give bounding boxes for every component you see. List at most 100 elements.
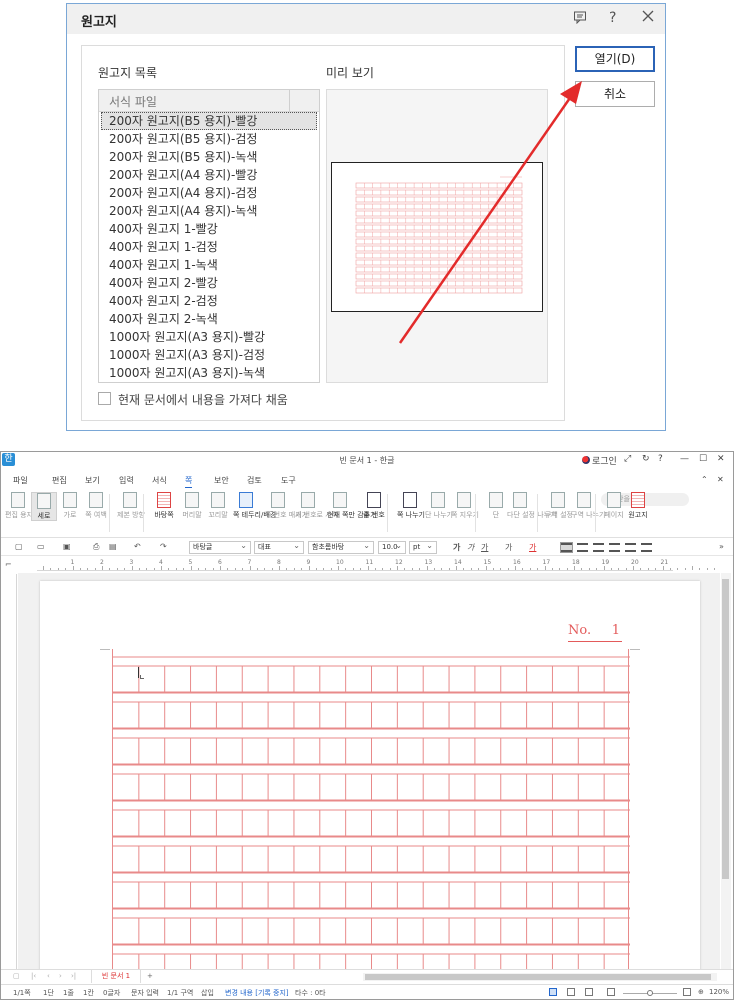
zoom-icon[interactable]: ⊕ bbox=[698, 988, 704, 996]
ribbon-page-break-button[interactable]: 쪽 나누기 bbox=[397, 492, 425, 519]
tab-prev-icon[interactable]: ‹ bbox=[47, 972, 50, 980]
menu-tools[interactable]: 도구 bbox=[281, 475, 296, 486]
align-left-icon[interactable] bbox=[577, 543, 588, 552]
ribbon-page-number-button[interactable]: 쪽 번호 매기기 bbox=[265, 492, 308, 519]
ribbon-label: 단 bbox=[492, 511, 500, 519]
tab-next-icon[interactable]: › bbox=[59, 972, 62, 980]
ribbon-page-setup-button[interactable]: 편집 용지 bbox=[5, 492, 33, 519]
ribbon-binding-button[interactable]: 제본 방향 bbox=[117, 492, 145, 519]
status-page[interactable]: 1/1쪽 bbox=[13, 988, 31, 998]
new-doc-icon[interactable]: ▢ bbox=[15, 542, 23, 551]
font-unit-select[interactable]: pt bbox=[409, 540, 437, 554]
style-select[interactable]: 바탕글 bbox=[189, 540, 251, 554]
ribbon-column-break-button[interactable]: 단 나누기 bbox=[425, 492, 453, 519]
menu-edit[interactable]: 편집 bbox=[52, 475, 67, 486]
vertical-ruler[interactable] bbox=[5, 574, 17, 970]
ribbon-landscape-button[interactable]: 가로 bbox=[57, 492, 83, 519]
close-icon[interactable]: ✕ bbox=[717, 454, 725, 464]
print-icon[interactable]: ⎙ bbox=[93, 542, 99, 552]
ribbon-footer-button[interactable]: 꼬리말 bbox=[205, 492, 231, 519]
ribbon-label: 편집 용지 bbox=[5, 511, 33, 519]
menu-view[interactable]: 보기 bbox=[85, 475, 100, 486]
help-icon[interactable]: ? bbox=[658, 454, 663, 464]
ribbon-portrait-button[interactable]: 세로 bbox=[31, 492, 57, 521]
tab-document[interactable]: 빈 문서 1 bbox=[91, 970, 141, 983]
bold-button[interactable]: 가 bbox=[453, 542, 460, 553]
view-page-icon[interactable] bbox=[567, 988, 575, 996]
align-distribute-icon[interactable] bbox=[625, 543, 636, 552]
ribbon-hide-page-button[interactable]: 현재 쪽만 감추기 bbox=[327, 492, 377, 519]
status-insert[interactable]: 삽입 bbox=[201, 988, 214, 998]
align-right-icon[interactable] bbox=[609, 543, 620, 552]
zoom-out-icon[interactable] bbox=[607, 988, 615, 996]
footer-icon bbox=[211, 492, 225, 508]
menu-review[interactable]: 검토 bbox=[247, 475, 262, 486]
horizontal-scrollbar[interactable] bbox=[363, 973, 717, 981]
italic-button[interactable]: 가 bbox=[467, 542, 474, 553]
redo-icon[interactable]: ↷ bbox=[160, 542, 167, 551]
ribbon-label: 제본 방향 bbox=[117, 511, 145, 519]
underline-button[interactable]: 가 bbox=[481, 542, 488, 553]
open-folder-icon[interactable]: ▭ bbox=[37, 542, 45, 551]
fullscreen-icon[interactable]: ⤢ bbox=[624, 454, 631, 464]
menu-insert[interactable]: 입력 bbox=[119, 475, 134, 486]
menu-page[interactable]: 쪽 bbox=[185, 475, 193, 488]
ruler-tick bbox=[596, 568, 598, 570]
zoom-slider-thumb[interactable] bbox=[647, 990, 653, 996]
ribbon-close-icon[interactable]: ✕ bbox=[717, 475, 724, 484]
ribbon-columns-button[interactable]: 단 bbox=[483, 492, 509, 519]
ribbon-header-button[interactable]: 머리말 bbox=[179, 492, 205, 519]
font-color-button[interactable]: 가 bbox=[529, 542, 536, 553]
ribbon-master-page-button[interactable]: 바탕쪽 bbox=[151, 492, 177, 519]
tab-list-icon[interactable]: ▢ bbox=[13, 972, 20, 980]
preview-icon[interactable]: ▤ bbox=[109, 542, 117, 551]
ribbon-delete-page-button[interactable]: 쪽 지우기 bbox=[451, 492, 479, 519]
menu-security[interactable]: 보안 bbox=[214, 475, 229, 486]
add-tab-icon[interactable]: + bbox=[147, 972, 153, 980]
ribbon-margin-button[interactable]: 쪽 여백 bbox=[83, 492, 109, 519]
ruler-tick bbox=[271, 568, 273, 570]
strike-button[interactable]: 가 bbox=[505, 542, 512, 553]
minimize-icon[interactable]: — bbox=[680, 454, 689, 464]
ruler-tick bbox=[706, 568, 708, 570]
align-center-icon[interactable] bbox=[593, 543, 604, 552]
tab-first-icon[interactable]: |‹ bbox=[31, 972, 36, 980]
maximize-icon[interactable]: ☐ bbox=[699, 454, 707, 464]
ribbon-manuscript-button[interactable]: 원고지 bbox=[625, 492, 651, 519]
font-size-input[interactable]: 10.0 bbox=[378, 540, 406, 554]
document-workspace[interactable]: No. 1 bbox=[18, 573, 720, 969]
font-select[interactable]: 함초롬바탕 bbox=[308, 540, 374, 554]
vertical-scroll-thumb[interactable] bbox=[722, 579, 729, 879]
ribbon-paging-button[interactable]: 페이지 bbox=[601, 492, 627, 519]
ribbon-section-break-button[interactable]: 구역 나누기 bbox=[571, 492, 605, 519]
vertical-scrollbar[interactable] bbox=[721, 573, 731, 969]
zoom-in-icon[interactable] bbox=[683, 988, 691, 996]
view-normal-icon[interactable] bbox=[549, 988, 557, 996]
ruler-corner-icon[interactable]: ⌐ bbox=[5, 560, 12, 569]
ribbon-toolbar: 편집 용지 세로 가로 쪽 여백 제본 방향 바탕쪽 머리말 꼬리말 쪽 테두리/배경 쪽 번호 … bbox=[1, 490, 733, 538]
language-select[interactable]: 대표 bbox=[254, 540, 304, 554]
horizontal-scroll-thumb[interactable] bbox=[365, 974, 711, 980]
ribbon-page-border-button[interactable]: 쪽 테두리/배경 bbox=[233, 492, 276, 519]
ribbon-section-setup-button[interactable]: 구역 설정 bbox=[545, 492, 573, 519]
ribbon-collapse-icon[interactable]: ⌃ bbox=[701, 475, 708, 484]
ribbon-line-number-button[interactable]: 줄 번호 bbox=[361, 492, 387, 519]
view-draft-icon[interactable] bbox=[585, 988, 593, 996]
tab-last-icon[interactable]: ›| bbox=[71, 972, 76, 980]
login-link[interactable]: 로그인 bbox=[592, 454, 617, 467]
align-divide-icon[interactable] bbox=[641, 543, 652, 552]
refresh-icon[interactable]: ↻ bbox=[642, 454, 650, 464]
document-page[interactable]: No. 1 bbox=[40, 581, 700, 969]
menu-format[interactable]: 서식 bbox=[152, 475, 167, 486]
ruler-tick bbox=[463, 568, 465, 570]
align-justify-icon[interactable] bbox=[560, 542, 573, 553]
save-icon[interactable]: ▣ bbox=[63, 542, 71, 551]
status-zoom[interactable]: 120% bbox=[709, 988, 729, 996]
ribbon-multi-column-button[interactable]: 다단 설정 나누기 bbox=[507, 492, 557, 519]
status-track-changes[interactable]: 변경 내용 [기록 중지] bbox=[225, 988, 289, 998]
undo-icon[interactable]: ↶ bbox=[134, 542, 141, 551]
ribbon-new-number-button[interactable]: 새 번호로 시작 bbox=[295, 492, 338, 519]
horizontal-ruler[interactable]: 1 2 3 4 5 6 7 8 9 10 11 12 13 14 15 16 17 18 19 20 21 bbox=[37, 559, 716, 571]
menu-file[interactable]: 파일 bbox=[13, 475, 28, 486]
toolbar-expand-icon[interactable]: » bbox=[719, 542, 724, 551]
